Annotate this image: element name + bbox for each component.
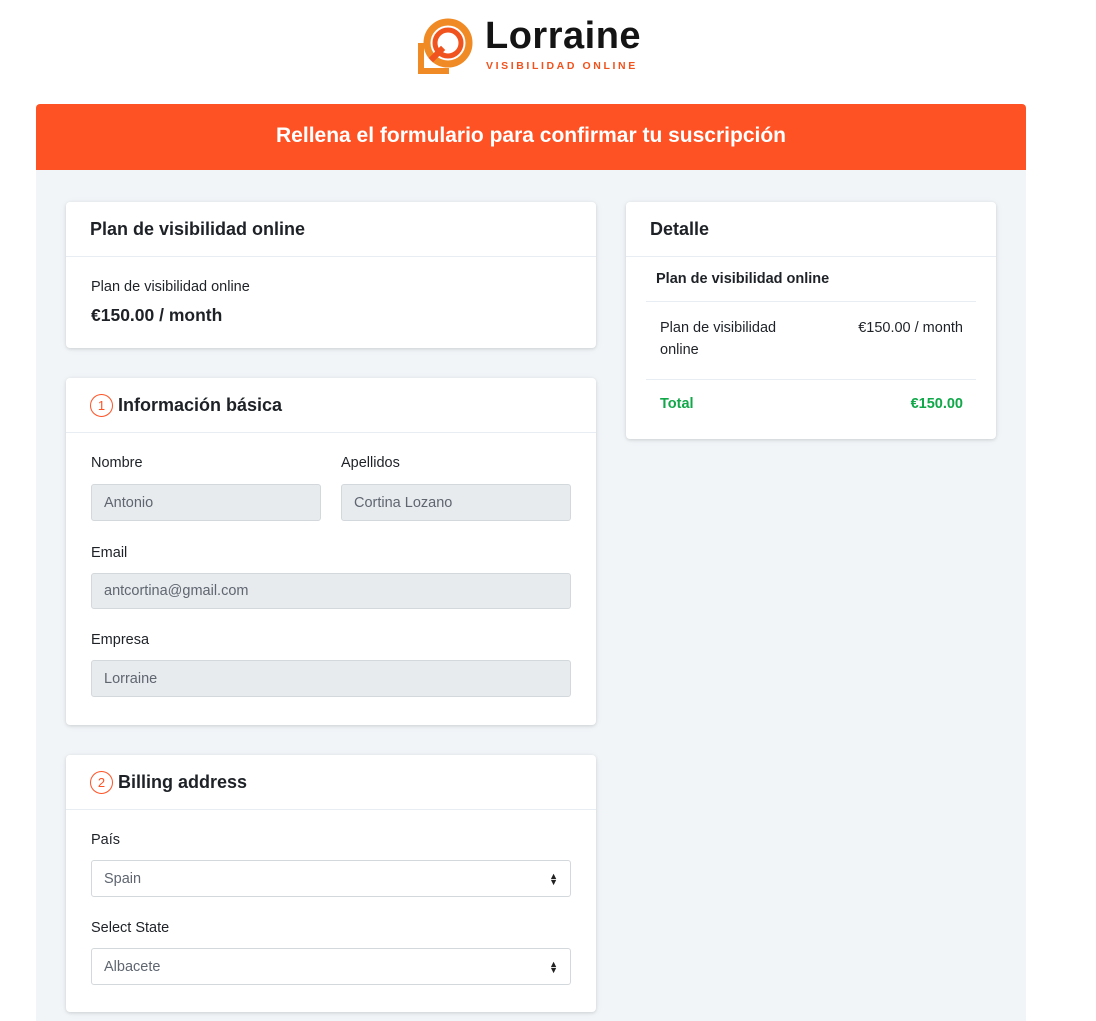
plan-name: Plan de visibilidad online bbox=[91, 279, 250, 295]
logo-magnifier-icon bbox=[418, 18, 473, 74]
billing-title: 2 Billing address bbox=[66, 755, 596, 810]
basic-info-title: 1 Información básica bbox=[66, 378, 596, 433]
line-item-price: €150.00 / month bbox=[858, 320, 963, 336]
company-label: Empresa bbox=[91, 632, 150, 648]
detail-total-row: Total €150.00 bbox=[646, 380, 976, 412]
basic-info-title-text: Información básica bbox=[118, 394, 283, 415]
step-1-badge: 1 bbox=[90, 393, 113, 417]
state-select-value: Albacete bbox=[104, 958, 161, 975]
detail-subtitle: Plan de visibilidad online bbox=[646, 257, 976, 302]
select-arrows-icon: ▲ ▼ bbox=[549, 958, 558, 975]
total-label: Total bbox=[660, 396, 694, 412]
country-select-value: Spain bbox=[104, 870, 142, 887]
plan-price: €150.00 / month bbox=[91, 305, 223, 325]
first-name-field[interactable]: Antonio bbox=[91, 484, 321, 521]
line-item-name: Plan de visibilidad online bbox=[660, 320, 777, 358]
page-banner: Rellena el formulario para confirmar tu … bbox=[36, 104, 1026, 170]
state-label: Select State bbox=[91, 920, 170, 936]
email-field[interactable]: antcortina@gmail.com bbox=[91, 573, 571, 609]
brand-tagline: VISIBILIDAD ONLINE bbox=[486, 60, 638, 72]
last-name-label: Apellidos bbox=[341, 455, 400, 471]
first-name-label: Nombre bbox=[91, 455, 143, 471]
total-value: €150.00 bbox=[910, 396, 963, 412]
country-label: País bbox=[91, 832, 121, 848]
country-select[interactable]: Spain ▲ ▼ bbox=[91, 860, 571, 897]
plan-card: Plan de visibilidad online Plan de visib… bbox=[66, 202, 596, 348]
basic-info-card: 1 Información básica Nombre Antonio Apel… bbox=[66, 378, 596, 725]
brand-name: Lorraine bbox=[485, 15, 642, 57]
billing-card: 2 Billing address País Spain ▲ ▼ Select S… bbox=[66, 755, 596, 1012]
detail-card: Detalle Plan de visibilidad online Plan … bbox=[626, 202, 996, 439]
step-2-badge: 2 bbox=[90, 770, 113, 794]
billing-title-text: Billing address bbox=[118, 771, 248, 792]
state-select[interactable]: Albacete ▲ ▼ bbox=[91, 948, 571, 985]
detail-title: Detalle bbox=[626, 202, 996, 257]
email-label: Email bbox=[91, 545, 128, 561]
select-arrows-icon: ▲ ▼ bbox=[549, 870, 558, 887]
brand-logo: Lorraine VISIBILIDAD ONLINE bbox=[417, 15, 647, 77]
detail-line-item: Plan de visibilidad online €150.00 / mon… bbox=[646, 302, 976, 380]
last-name-field[interactable]: Cortina Lozano bbox=[341, 484, 571, 521]
company-field[interactable]: Lorraine bbox=[91, 660, 571, 697]
plan-card-title: Plan de visibilidad online bbox=[66, 202, 596, 257]
